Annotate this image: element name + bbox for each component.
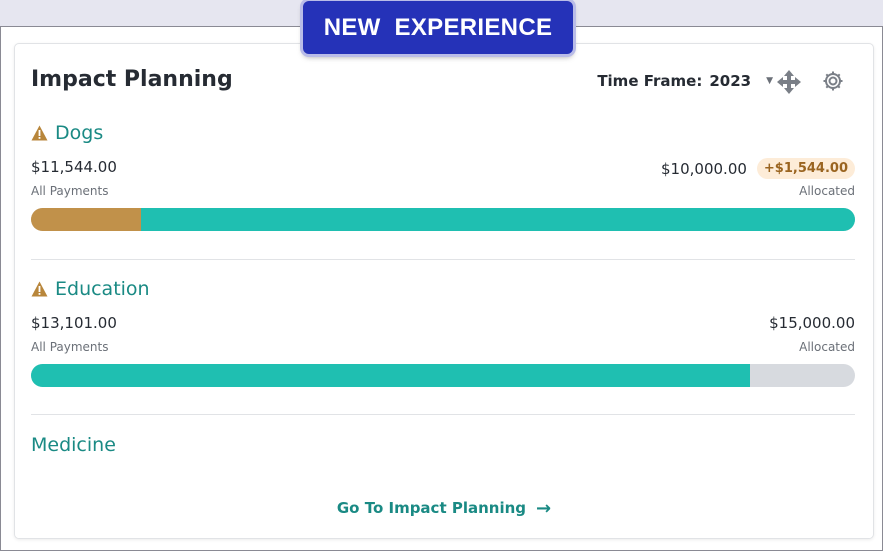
all-payments-label: All Payments (31, 340, 109, 354)
progress-fill-segment (141, 208, 855, 231)
category-title-education[interactable]: Education (31, 278, 150, 300)
impact-planning-widget: Impact Planning Time Frame: 2023 ▼ Dogs … (14, 43, 874, 539)
allocated-label: Allocated (799, 184, 855, 198)
widget-title: Impact Planning (31, 67, 233, 92)
time-frame-label: Time Frame: (597, 72, 703, 90)
allocated-amount: $10,000.00 (661, 159, 747, 178)
scroll-fade (15, 470, 873, 496)
time-frame-value: 2023 (709, 72, 752, 90)
warning-triangle-icon (31, 281, 48, 297)
gear-icon[interactable] (821, 69, 845, 93)
progress-overspend-segment (31, 208, 142, 231)
go-to-impact-planning-link[interactable]: Go To Impact Planning → (15, 495, 873, 538)
move-arrows-icon[interactable] (776, 69, 802, 95)
category-title-dogs[interactable]: Dogs (31, 122, 103, 144)
category-name: Education (55, 278, 150, 300)
allocated-amount-row: $15,000.00 (769, 314, 855, 332)
progress-bar-dogs (31, 208, 855, 231)
allocated-amount: $15,000.00 (769, 314, 855, 332)
arrow-right-icon: → (536, 498, 552, 519)
warning-triangle-icon (31, 125, 48, 141)
category-education: Education $13,101.00 All Payments $15,00… (31, 278, 855, 393)
category-title-medicine[interactable]: Medicine (31, 434, 116, 456)
progress-fill-segment (31, 364, 751, 387)
time-frame-selector[interactable]: Time Frame: 2023 ▼ (597, 72, 773, 90)
progress-bar-education (31, 364, 855, 387)
new-experience-banner[interactable]: NEW EXPERIENCE (303, 1, 573, 54)
category-name: Medicine (31, 434, 116, 456)
chevron-down-icon: ▼ (766, 76, 773, 86)
overspend-badge: +$1,544.00 (756, 158, 855, 179)
footer-link-label: Go To Impact Planning (336, 499, 527, 517)
all-payments-label: All Payments (31, 184, 109, 198)
section-divider (31, 414, 855, 415)
allocated-amount-row: $10,000.00 +$1,544.00 (661, 158, 855, 179)
category-name: Dogs (55, 122, 104, 144)
section-divider (31, 259, 855, 260)
category-dogs: Dogs $11,544.00 All Payments $10,000.00 … (31, 122, 855, 237)
allocated-label: Allocated (799, 340, 855, 354)
all-payments-amount: $13,101.00 (31, 314, 117, 332)
all-payments-amount: $11,544.00 (31, 158, 117, 176)
